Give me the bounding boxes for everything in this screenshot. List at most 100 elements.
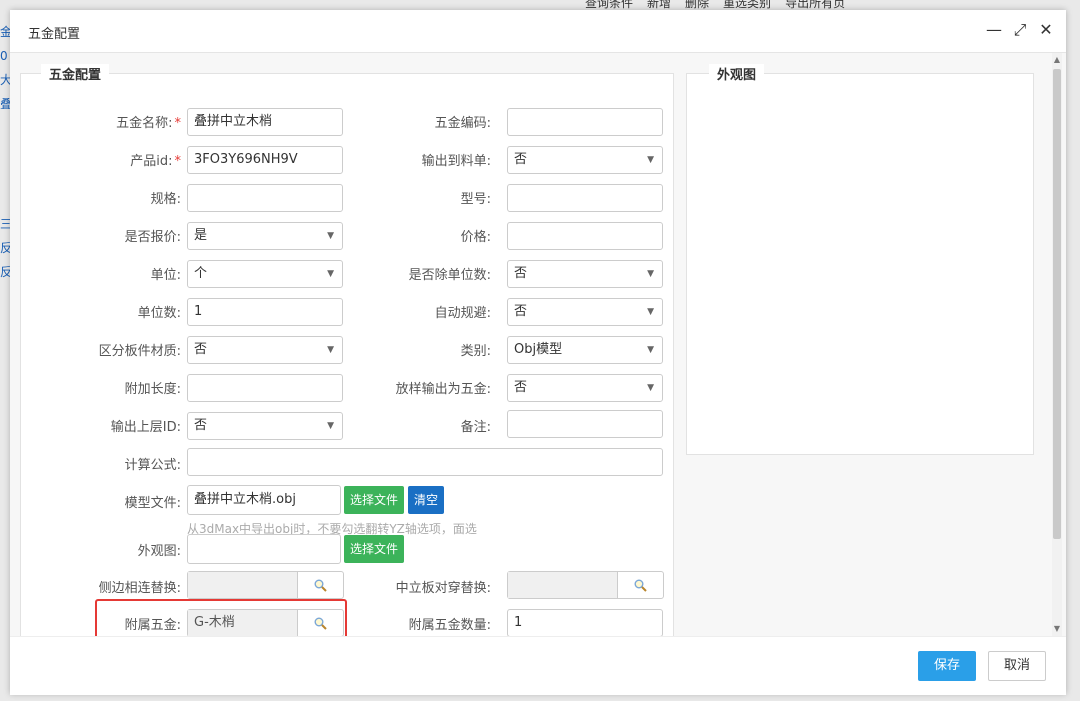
middle-replace-search[interactable]: [507, 571, 664, 599]
watermark-text: 大数跨境: [44, 668, 124, 692]
model-file-input[interactable]: 叠拼中立木梢.obj: [187, 485, 341, 515]
chevron-down-icon: ▼: [647, 269, 654, 279]
sample-value: 否: [514, 380, 528, 395]
minimize-icon[interactable]: —: [986, 22, 1002, 38]
appearance-legend: 外观图: [709, 64, 765, 83]
extra-length-input[interactable]: [187, 374, 343, 402]
formula-input[interactable]: [187, 448, 663, 476]
bg-toolbar-reselect: 重选类别: [723, 0, 772, 10]
price-label: 价格:: [460, 230, 491, 245]
required-asterisk: *: [174, 116, 182, 131]
model-input[interactable]: [507, 184, 663, 212]
attached-qty-label: 附属五金数量:: [408, 618, 491, 633]
dialog-footer: 保存 取消: [10, 636, 1066, 695]
divide-unit-select[interactable]: 否 ▼: [507, 260, 663, 288]
background-toolbar: 查询条件 新增 删除 重选类别 导出所有页: [585, 0, 845, 10]
watermark-logo-icon: [11, 669, 39, 687]
unit-count-label: 单位数:: [137, 306, 181, 321]
formula-label: 计算公式:: [124, 458, 181, 473]
category-select[interactable]: Obj模型 ▼: [507, 336, 663, 364]
code-input[interactable]: [507, 108, 663, 136]
chevron-down-icon: ▼: [647, 307, 654, 317]
auto-avoid-value: 否: [514, 304, 528, 319]
hardware-config-dialog: 五金配置 — ⤢ ✕ 五金配置 五金名称: * 叠拼中立木梢 五金编码: 产品id…: [10, 10, 1066, 695]
product-id-input[interactable]: 3FO3Y696NH9V: [187, 146, 343, 174]
code-label: 五金编码:: [434, 116, 491, 131]
category-value: Obj模型: [514, 342, 563, 357]
model-label: 型号:: [460, 192, 491, 207]
unit-count-input[interactable]: 1: [187, 298, 343, 326]
required-asterisk: *: [174, 154, 182, 169]
product-id-label-text: 产品id:: [130, 154, 173, 169]
divide-unit-value: 否: [514, 266, 528, 281]
watermark: 大数跨境: [10, 664, 124, 693]
chevron-down-icon: ▼: [647, 345, 654, 355]
name-label-text: 五金名称:: [116, 116, 173, 131]
clear-model-file-button[interactable]: 清空: [408, 486, 445, 514]
unit-select[interactable]: 个 ▼: [187, 260, 343, 288]
output-bom-value: 否: [514, 152, 528, 167]
chevron-down-icon: ▼: [327, 269, 334, 279]
dialog-title: 五金配置: [28, 27, 81, 42]
model-file-label: 模型文件:: [124, 496, 181, 511]
maximize-icon[interactable]: ⤢: [1012, 22, 1028, 38]
search-icon[interactable]: [617, 572, 663, 598]
spec-input[interactable]: [187, 184, 343, 212]
auto-avoid-select[interactable]: 否 ▼: [507, 298, 663, 326]
divide-unit-label: 是否除单位数:: [408, 268, 491, 283]
side-replace-label: 侧边相连替换:: [98, 581, 181, 596]
scrollbar-thumb[interactable]: [1053, 69, 1061, 539]
sample-label: 放样输出为五金:: [395, 382, 491, 397]
auto-avoid-label: 自动规避:: [434, 306, 491, 321]
appearance-label: 外观图:: [137, 544, 181, 559]
output-bom-select[interactable]: 否 ▼: [507, 146, 663, 174]
material-value: 否: [194, 342, 208, 357]
bg-toolbar-query: 查询条件: [585, 0, 634, 10]
chevron-down-icon: ▼: [647, 155, 654, 165]
middle-replace-field: [508, 572, 618, 598]
material-select[interactable]: 否 ▼: [187, 336, 343, 364]
scroll-down-icon[interactable]: ▼: [1052, 624, 1062, 634]
parent-id-select[interactable]: 否 ▼: [187, 412, 343, 440]
side-replace-search[interactable]: [187, 571, 344, 599]
product-id-label: 产品id: *: [31, 150, 181, 169]
sample-select[interactable]: 否 ▼: [507, 374, 663, 402]
spec-label: 规格:: [150, 192, 181, 207]
fieldset-legend: 五金配置: [41, 64, 110, 83]
quote-value: 是: [194, 228, 208, 243]
quote-label: 是否报价:: [124, 230, 181, 245]
parent-id-label: 输出上层ID:: [110, 420, 181, 435]
window-controls: — ⤢ ✕: [986, 22, 1054, 38]
chevron-down-icon: ▼: [327, 231, 334, 241]
cancel-button[interactable]: 取消: [988, 651, 1046, 681]
dialog-titlebar: 五金配置 — ⤢ ✕: [10, 10, 1066, 53]
unit-label: 单位:: [150, 268, 181, 283]
chevron-down-icon: ▼: [647, 383, 654, 393]
save-button[interactable]: 保存: [918, 651, 976, 681]
material-label: 区分板件材质:: [98, 344, 181, 359]
highlight-box: [95, 599, 347, 636]
bg-toolbar-add: 新增: [647, 0, 672, 10]
bg-toolbar-export: 导出所有页: [785, 0, 846, 10]
quote-select[interactable]: 是 ▼: [187, 222, 343, 250]
search-icon[interactable]: [297, 572, 343, 598]
dialog-content: 五金配置 五金名称: * 叠拼中立木梢 五金编码: 产品id: * 3FO3Y696…: [10, 53, 1066, 636]
vertical-scrollbar[interactable]: ▲ ▼: [1052, 53, 1062, 636]
remark-label: 备注:: [460, 420, 491, 435]
appearance-file-input[interactable]: [187, 534, 341, 564]
unit-value: 个: [194, 266, 208, 281]
name-input[interactable]: 叠拼中立木梢: [187, 108, 343, 136]
choose-model-file-button[interactable]: 选择文件: [344, 486, 405, 514]
extra-length-label: 附加长度:: [124, 382, 181, 397]
appearance-fieldset: 外观图: [686, 64, 1034, 455]
choose-appearance-file-button[interactable]: 选择文件: [344, 535, 405, 563]
close-icon[interactable]: ✕: [1038, 22, 1054, 38]
name-label: 五金名称: *: [31, 112, 181, 131]
chevron-down-icon: ▼: [327, 345, 334, 355]
scroll-up-icon[interactable]: ▲: [1052, 55, 1062, 65]
output-bom-label: 输出到料单:: [421, 154, 491, 169]
remark-textarea[interactable]: [507, 410, 663, 438]
price-input[interactable]: [507, 222, 663, 250]
hardware-config-fieldset: 五金配置 五金名称: * 叠拼中立木梢 五金编码: 产品id: * 3FO3Y696…: [20, 64, 674, 636]
attached-qty-input[interactable]: 1: [507, 609, 663, 636]
